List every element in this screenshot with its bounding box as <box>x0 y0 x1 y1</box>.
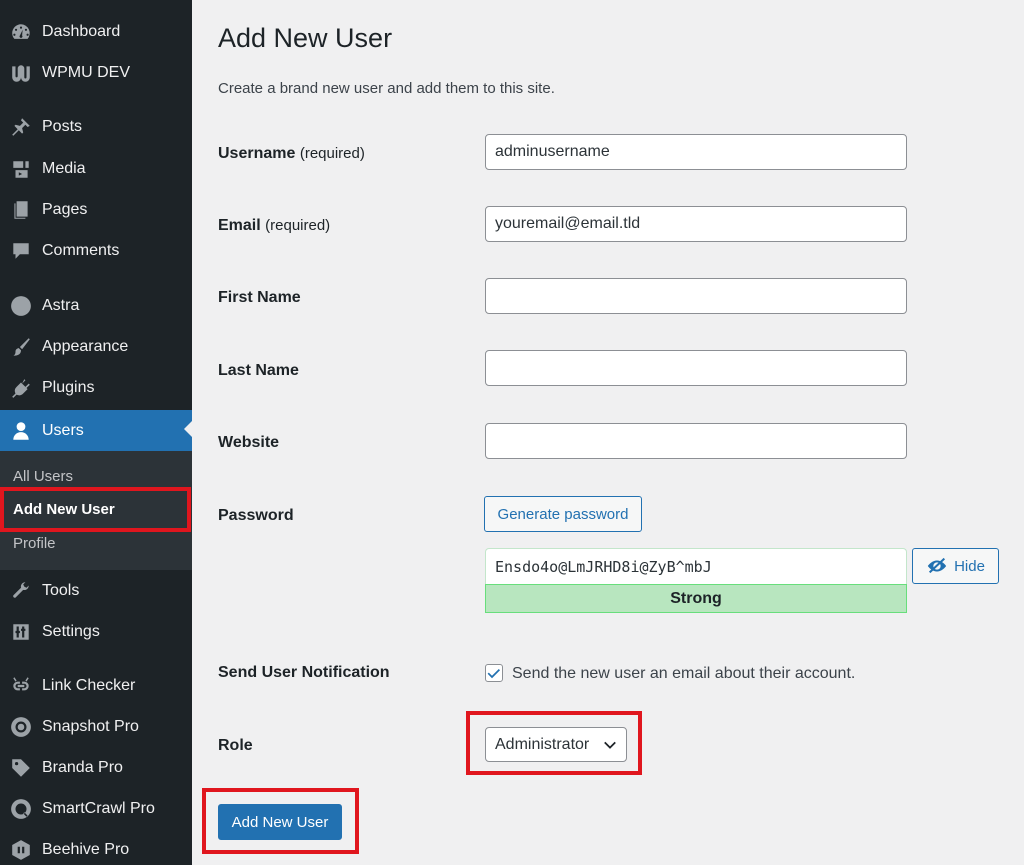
menu-item-astra[interactable]: Astra <box>0 287 192 325</box>
username-label: Username (required) <box>218 145 365 163</box>
submenu-profile[interactable]: Profile <box>13 535 56 552</box>
menu-label: Dashboard <box>42 23 121 40</box>
role-label: Role <box>218 737 253 754</box>
menu-item-smartcrawl-pro[interactable]: SmartCrawl Pro <box>0 790 192 828</box>
menu-item-comments[interactable]: Comments <box>0 232 192 270</box>
first-name-label: First Name <box>218 289 301 306</box>
media-icon <box>9 157 33 181</box>
menu-item-plugins[interactable]: Plugins <box>0 369 192 407</box>
password-label: Password <box>218 507 294 524</box>
menu-label: Snapshot Pro <box>42 718 139 735</box>
notification-checkbox-label[interactable]: Send the new user an email about their a… <box>512 665 855 683</box>
menu-item-appearance[interactable]: Appearance <box>0 328 192 366</box>
menu-item-tools[interactable]: Tools <box>0 572 192 610</box>
link-icon <box>9 674 33 698</box>
required-note: (required) <box>265 217 331 234</box>
dashboard-icon <box>9 20 33 44</box>
plugin-icon <box>9 376 33 400</box>
required-note: (required) <box>299 145 365 162</box>
menu-item-snapshot-pro[interactable]: Snapshot Pro <box>0 708 192 746</box>
pin-icon <box>9 115 33 139</box>
username-label-text: Username <box>218 145 296 162</box>
generate-password-button[interactable]: Generate password <box>484 496 642 532</box>
menu-item-beehive-pro[interactable]: Beehive Pro <box>0 831 192 865</box>
menu-label: Link Checker <box>42 677 136 694</box>
menu-item-branda-pro[interactable]: Branda Pro <box>0 749 192 787</box>
email-label-text: Email <box>218 217 261 234</box>
menu-item-link-checker[interactable]: Link Checker <box>0 667 192 705</box>
submenu-all-users[interactable]: All Users <box>13 468 73 485</box>
highlight-box-role <box>466 711 642 775</box>
smartcrawl-icon <box>9 797 33 821</box>
menu-label: Appearance <box>42 338 129 355</box>
menu-item-settings[interactable]: Settings <box>0 613 192 651</box>
hide-password-button[interactable]: Hide <box>912 548 999 584</box>
menu-item-posts[interactable]: Posts <box>0 108 192 146</box>
menu-label: Posts <box>42 118 83 135</box>
menu-label: Pages <box>42 201 88 218</box>
menu-label: SmartCrawl Pro <box>42 800 155 817</box>
menu-label: Plugins <box>42 379 95 396</box>
paintbrush-icon <box>9 335 33 359</box>
checkmark-icon <box>487 669 500 679</box>
menu-label: Beehive Pro <box>42 841 130 858</box>
menu-label: Astra <box>42 297 80 314</box>
comments-icon <box>9 239 33 263</box>
menu-item-users[interactable]: Users <box>0 410 192 451</box>
menu-label: Comments <box>42 242 120 259</box>
snapshot-icon <box>9 715 33 739</box>
notification-label: Send User Notification <box>218 664 390 681</box>
menu-item-media[interactable]: Media <box>0 150 192 188</box>
eye-slash-icon <box>926 555 948 577</box>
last-name-label: Last Name <box>218 362 299 379</box>
highlight-box-submit <box>202 788 359 854</box>
wpmudev-icon <box>9 61 33 85</box>
hide-label: Hide <box>954 557 985 575</box>
email-label: Email (required) <box>218 217 330 235</box>
email-field[interactable] <box>485 206 907 242</box>
website-field[interactable] <box>485 423 907 459</box>
pages-icon <box>9 198 33 222</box>
menu-label: Tools <box>42 582 80 599</box>
menu-item-wpmu-dev[interactable]: WPMU DEV <box>0 54 192 92</box>
settings-icon <box>9 620 33 644</box>
username-field[interactable] <box>485 134 907 170</box>
menu-label: WPMU DEV <box>42 64 130 81</box>
first-name-field[interactable] <box>485 278 907 314</box>
page-title: Add New User <box>218 23 393 53</box>
website-label: Website <box>218 434 280 451</box>
highlight-box-submenu <box>0 487 191 532</box>
page-description: Create a brand new user and add them to … <box>218 80 555 97</box>
last-name-field[interactable] <box>485 350 907 386</box>
admin-sidebar: Dashboard WPMU DEV Posts Media Pages Com… <box>0 0 192 865</box>
menu-item-dashboard[interactable]: Dashboard <box>0 13 192 51</box>
menu-label: Branda Pro <box>42 759 123 776</box>
main-content: Add New User Create a brand new user and… <box>192 0 1024 865</box>
tag-icon <box>9 756 33 780</box>
menu-label: Media <box>42 160 86 177</box>
password-strength-indicator: Strong <box>485 584 907 613</box>
menu-label: Settings <box>42 623 100 640</box>
user-icon <box>9 419 33 443</box>
menu-item-pages[interactable]: Pages <box>0 191 192 229</box>
wrench-icon <box>9 579 33 603</box>
beehive-icon <box>9 838 33 862</box>
notification-checkbox[interactable] <box>485 664 503 682</box>
menu-label: Users <box>42 421 84 439</box>
password-field[interactable] <box>485 548 907 584</box>
astra-icon <box>9 294 33 318</box>
